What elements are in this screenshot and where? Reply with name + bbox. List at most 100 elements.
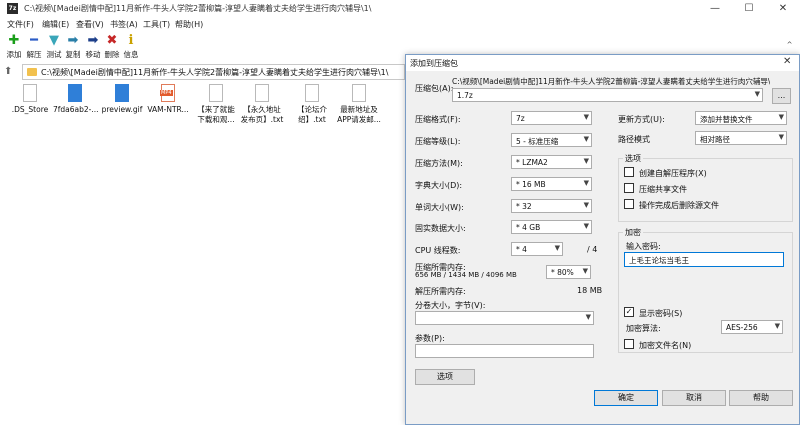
encrypt-names-checkbox[interactable] xyxy=(624,339,634,349)
format-select[interactable]: 7z ▼ xyxy=(511,111,592,125)
delete-label: 删除 xyxy=(104,50,120,59)
encrypt-names-label: 加密文件名(N) xyxy=(639,341,692,350)
minimize-button[interactable]: — xyxy=(698,0,732,18)
ok-button[interactable]: 确定 xyxy=(594,390,658,406)
chevron-down-icon: ▼ xyxy=(583,222,589,230)
list-item[interactable]: 最新地址及 APP请发邮... xyxy=(337,84,381,125)
list-item[interactable]: .DS_Store xyxy=(8,84,52,115)
maximize-button[interactable]: ☐ xyxy=(732,0,766,18)
chevron-down-icon: ▼ xyxy=(583,135,589,143)
encryption-method-label: 加密算法: xyxy=(626,324,661,333)
menu-file[interactable]: 文件(F) xyxy=(7,19,34,30)
move-arrow-icon: ➡ xyxy=(87,33,99,48)
chevron-down-icon: ▼ xyxy=(585,313,591,321)
file-name: 【来了就能 xyxy=(197,105,235,114)
chevron-down-icon: ▼ xyxy=(582,267,588,275)
go-up-icon[interactable]: ⬆ xyxy=(4,66,16,78)
delete-button[interactable]: ✖ 删除 xyxy=(102,33,122,63)
options-button[interactable]: 选项 xyxy=(415,369,475,385)
menu-help[interactable]: 帮助(H) xyxy=(175,19,203,30)
chevron-down-icon: ▼ xyxy=(778,113,784,121)
delete-after-label: 操作完成后删除源文件 xyxy=(639,201,719,210)
sfx-label: 创建自解压程序(X) xyxy=(639,169,707,178)
copy-label: 复制 xyxy=(65,50,81,59)
test-button[interactable]: ▼ 测试 xyxy=(44,33,64,63)
cancel-button[interactable]: 取消 xyxy=(662,390,726,406)
minus-icon: ━ xyxy=(30,33,38,48)
encryption-method-select[interactable]: AES-256 ▼ xyxy=(721,320,783,334)
delete-after-checkbox[interactable] xyxy=(624,199,634,209)
update-value: 添加并替换文件 xyxy=(700,115,753,124)
browse-button[interactable]: ... xyxy=(772,88,791,104)
update-select[interactable]: 添加并替换文件 ▼ xyxy=(695,111,787,125)
archive-name-value: 1.7z xyxy=(457,91,473,100)
shared-checkbox[interactable] xyxy=(624,183,634,193)
show-password-checkbox[interactable]: ✓ xyxy=(624,307,634,317)
sfx-checkbox[interactable] xyxy=(624,167,634,177)
file-name: preview.gif xyxy=(101,105,143,114)
method-label: 压缩方法(M): xyxy=(415,159,463,168)
dialog-title: 添加到压缩包 xyxy=(410,59,458,68)
plus-icon: ✚ xyxy=(8,33,20,48)
test-label: 测试 xyxy=(46,50,62,59)
address-input[interactable]: C:\视频\[Madei剧情中配]11月新作-牛头人学院2蕾柳篇-淳望人妻瞒着丈… xyxy=(22,64,405,80)
menu-tools[interactable]: 工具(T) xyxy=(143,19,170,30)
cpu-value: * 4 xyxy=(516,245,527,254)
list-item[interactable]: 【论坛介 绍】.txt xyxy=(290,84,334,125)
method-value: * LZMA2 xyxy=(516,158,548,167)
file-name-line2: 发布页】.txt xyxy=(240,115,284,124)
dict-select[interactable]: * 16 MB ▼ xyxy=(511,177,592,191)
word-value: * 32 xyxy=(516,202,532,211)
add-button[interactable]: ✚ 添加 xyxy=(4,33,24,63)
add-to-archive-dialog: 添加到压缩包 ✕ 压缩包(A): C:\视频\[Madei剧情中配]11月新作-… xyxy=(405,54,800,425)
menu-edit[interactable]: 编辑(E) xyxy=(42,19,69,30)
scroll-up-icon[interactable]: ^ xyxy=(779,41,800,49)
chevron-down-icon: ▼ xyxy=(778,133,784,141)
word-label: 单词大小(W): xyxy=(415,203,464,212)
list-item[interactable]: preview.gif xyxy=(100,84,144,115)
dict-label: 字典大小(D): xyxy=(415,181,463,190)
dialog-close-icon[interactable]: ✕ xyxy=(783,56,791,67)
info-icon: i xyxy=(128,33,134,48)
delete-icon: ✖ xyxy=(106,33,118,48)
cpu-select[interactable]: * 4 ▼ xyxy=(511,242,563,256)
level-select[interactable]: 5 - 标准压缩 ▼ xyxy=(511,133,592,147)
level-value: 5 - 标准压缩 xyxy=(516,137,559,146)
copy-arrow-icon: ➡ xyxy=(67,33,79,48)
file-list: .DS_Store 7fda6ab2-... preview.gif MP4 V… xyxy=(0,84,405,425)
video-file-icon: MP4 xyxy=(160,84,175,102)
file-name: .DS_Store xyxy=(11,105,49,114)
solid-label: 固实数据大小: xyxy=(415,224,466,233)
app-logo-icon: 7z xyxy=(7,3,18,14)
word-select[interactable]: * 32 ▼ xyxy=(511,199,592,213)
cpu-label: CPU 线程数: xyxy=(415,246,461,255)
list-item[interactable]: 【永久地址 发布页】.txt xyxy=(240,84,284,125)
info-button[interactable]: i 信息 xyxy=(121,33,141,63)
password-input[interactable]: 上毛王论坛当毛王 xyxy=(624,252,784,267)
extract-button[interactable]: ━ 解压 xyxy=(24,33,44,63)
check-icon: ▼ xyxy=(49,33,59,48)
menu-bookmarks[interactable]: 书签(A) xyxy=(110,19,138,30)
menu-view[interactable]: 查看(V) xyxy=(76,19,104,30)
archive-name-combo[interactable]: 1.7z ▼ xyxy=(452,88,763,102)
help-button[interactable]: 帮助 xyxy=(729,390,793,406)
encryption-method-value: AES-256 xyxy=(726,323,758,332)
file-name-line2: 下载和观... xyxy=(197,115,235,124)
params-input[interactable] xyxy=(415,344,594,358)
list-item[interactable]: 【来了就能 下载和观... xyxy=(194,84,238,125)
memory-percent-select[interactable]: * 80% ▼ xyxy=(546,265,591,279)
path-mode-label: 路径模式 xyxy=(618,135,650,144)
format-value: 7z xyxy=(516,114,525,123)
path-mode-select[interactable]: 相对路径 ▼ xyxy=(695,131,787,145)
list-item[interactable]: MP4 VAM-NTR... xyxy=(146,84,190,115)
move-button[interactable]: ➡ 移动 xyxy=(83,33,103,63)
update-label: 更新方式(U): xyxy=(618,115,665,124)
image-file-icon xyxy=(68,84,82,102)
chevron-down-icon: ▼ xyxy=(554,244,560,252)
copy-button[interactable]: ➡ 复制 xyxy=(63,33,83,63)
method-select[interactable]: * LZMA2 ▼ xyxy=(511,155,592,169)
close-button[interactable]: ✕ xyxy=(766,0,800,18)
solid-select[interactable]: * 4 GB ▼ xyxy=(511,220,592,234)
list-item[interactable]: 7fda6ab2-... xyxy=(53,84,99,115)
volume-combo[interactable]: ▼ xyxy=(415,311,594,325)
